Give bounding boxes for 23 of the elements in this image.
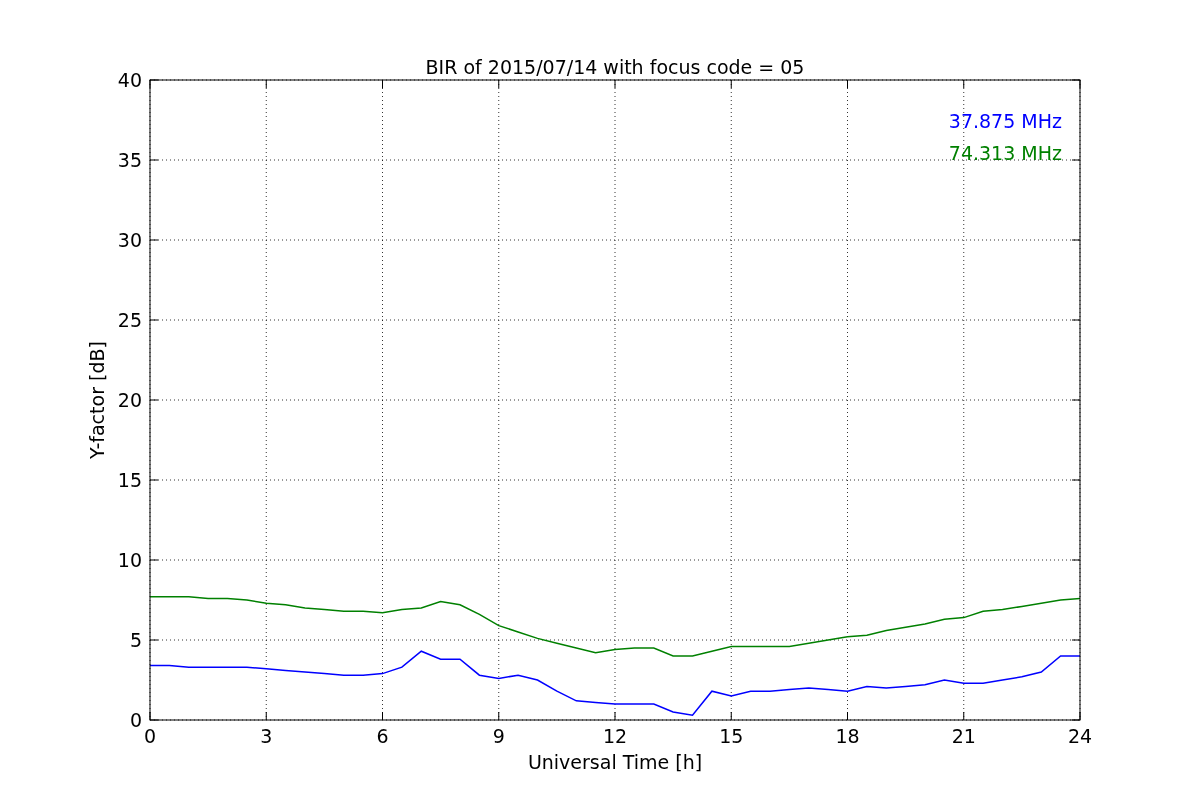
y-tick-label: 25 (117, 309, 142, 331)
y-tick-label: 20 (117, 389, 142, 411)
x-tick-label: 9 (492, 725, 505, 747)
x-tick-label: 21 (951, 725, 976, 747)
y-tick-label: 35 (117, 149, 142, 171)
y-tick-label: 10 (117, 549, 142, 571)
y-tick-label: 5 (129, 629, 142, 651)
chart-title: BIR of 2015/07/14 with focus code = 05 (425, 56, 805, 78)
x-axis-label: Universal Time [h] (527, 751, 703, 773)
x-tick-label: 18 (835, 725, 860, 747)
legend-label: 37.875 MHz (948, 110, 1062, 132)
y-tick-label: 40 (117, 69, 142, 91)
y-tick-label: 0 (129, 709, 142, 731)
x-tick-label: 3 (260, 725, 273, 747)
x-tick-label: 24 (1067, 725, 1093, 747)
y-tick-label: 15 (117, 469, 142, 491)
legend-label: 74.313 MHz (948, 142, 1062, 164)
x-tick-label: 15 (719, 725, 744, 747)
x-tick-label: 12 (602, 725, 628, 747)
y-tick-label: 30 (117, 229, 142, 251)
x-tick-label: 0 (143, 725, 157, 747)
y-axis-label: Y-factor [dB] (86, 341, 108, 459)
x-tick-label: 6 (376, 725, 389, 747)
